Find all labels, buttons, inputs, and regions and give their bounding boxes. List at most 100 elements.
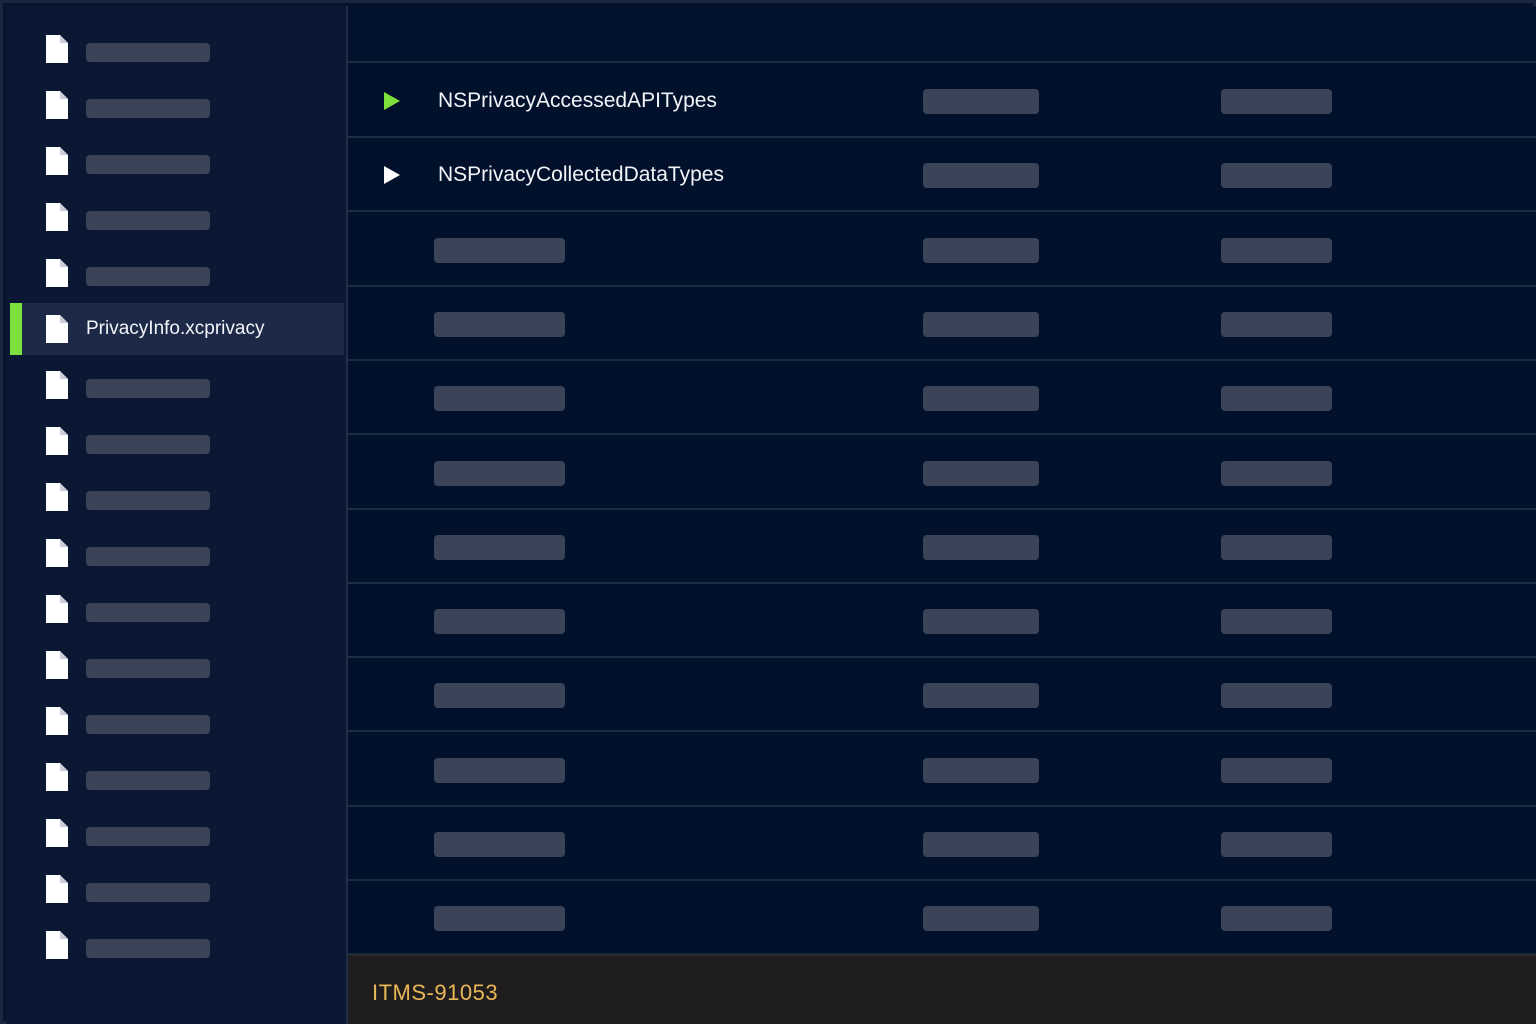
file-icon bbox=[46, 315, 68, 343]
file-name-placeholder bbox=[86, 43, 210, 62]
value-placeholder bbox=[1221, 89, 1332, 114]
sidebar-item[interactable] bbox=[10, 583, 344, 635]
file-icon bbox=[46, 427, 68, 455]
type-placeholder bbox=[923, 609, 1039, 635]
file-icon bbox=[46, 371, 68, 399]
file-icon bbox=[46, 203, 68, 231]
plist-row[interactable]: NSPrivacyAccessedAPITypes bbox=[348, 65, 1536, 138]
value-placeholder bbox=[1221, 757, 1332, 783]
file-name-placeholder bbox=[86, 267, 210, 286]
key-placeholder bbox=[434, 757, 565, 783]
plist-row[interactable] bbox=[348, 882, 1536, 956]
disclosure-triangle-icon[interactable] bbox=[384, 92, 400, 110]
type-placeholder bbox=[923, 906, 1039, 932]
file-icon bbox=[46, 539, 68, 567]
sidebar-item-privacyinfo[interactable]: PrivacyInfo.xcprivacy bbox=[10, 303, 344, 355]
sidebar-item[interactable] bbox=[10, 639, 344, 691]
file-name-placeholder bbox=[86, 771, 210, 790]
key-placeholder bbox=[434, 237, 565, 263]
value-placeholder bbox=[1221, 311, 1332, 337]
file-name: PrivacyInfo.xcprivacy bbox=[86, 318, 265, 339]
plist-row[interactable] bbox=[348, 659, 1536, 733]
plist-key: NSPrivacyCollectedDataTypes bbox=[438, 163, 724, 187]
sidebar-item[interactable] bbox=[10, 135, 344, 187]
sidebar-item[interactable] bbox=[10, 415, 344, 467]
file-name-placeholder bbox=[86, 379, 210, 398]
sidebar-item[interactable] bbox=[10, 471, 344, 523]
value-placeholder bbox=[1221, 609, 1332, 635]
sidebar-item[interactable] bbox=[10, 23, 344, 75]
file-icon bbox=[46, 91, 68, 119]
key-placeholder bbox=[434, 460, 565, 486]
value-placeholder bbox=[1221, 237, 1332, 263]
file-icon bbox=[46, 651, 68, 679]
file-name-placeholder bbox=[86, 883, 210, 902]
plist-key: NSPrivacyAccessedAPITypes bbox=[438, 89, 717, 112]
type-placeholder bbox=[923, 757, 1039, 783]
file-name-placeholder bbox=[86, 491, 210, 510]
file-name-placeholder bbox=[86, 827, 210, 846]
sidebar-item[interactable] bbox=[10, 863, 344, 915]
file-icon bbox=[46, 259, 68, 287]
type-placeholder bbox=[923, 89, 1039, 114]
key-placeholder bbox=[434, 534, 565, 560]
plist-row[interactable] bbox=[348, 734, 1536, 807]
sidebar-item[interactable] bbox=[10, 807, 344, 859]
error-code: ITMS-91053 bbox=[372, 980, 499, 1005]
plist-row[interactable] bbox=[348, 288, 1536, 361]
file-name-placeholder bbox=[86, 211, 210, 230]
type-placeholder bbox=[923, 683, 1039, 709]
file-name-placeholder bbox=[86, 939, 210, 958]
key-placeholder bbox=[434, 906, 565, 932]
key-placeholder bbox=[434, 386, 565, 412]
value-placeholder bbox=[1221, 386, 1332, 412]
plist-row[interactable] bbox=[348, 214, 1536, 287]
plist-row[interactable] bbox=[348, 585, 1536, 659]
plist-row[interactable] bbox=[348, 437, 1536, 510]
file-icon bbox=[46, 147, 68, 175]
type-placeholder bbox=[923, 311, 1039, 337]
file-name-placeholder bbox=[86, 603, 210, 622]
disclosure-triangle-icon[interactable] bbox=[384, 166, 400, 185]
plist-row[interactable] bbox=[348, 808, 1536, 881]
value-placeholder bbox=[1221, 906, 1332, 932]
sidebar-item[interactable] bbox=[10, 247, 344, 299]
key-placeholder bbox=[434, 832, 565, 857]
file-name-placeholder bbox=[86, 155, 210, 174]
file-icon bbox=[46, 763, 68, 791]
file-icon bbox=[46, 931, 68, 959]
file-icon bbox=[46, 483, 68, 511]
sidebar-item[interactable] bbox=[10, 751, 344, 803]
file-name-placeholder bbox=[86, 99, 210, 118]
file-icon bbox=[46, 595, 68, 623]
plist-row[interactable] bbox=[348, 511, 1536, 584]
plist-row[interactable] bbox=[348, 362, 1536, 436]
plist-row[interactable]: NSPrivacyCollectedDataTypes bbox=[348, 139, 1536, 213]
status-bar: ITMS-91053 bbox=[348, 954, 1536, 1024]
type-placeholder bbox=[923, 832, 1039, 857]
sidebar-item[interactable] bbox=[10, 695, 344, 747]
file-name-placeholder bbox=[86, 547, 210, 566]
file-icon bbox=[46, 819, 68, 847]
file-icon bbox=[46, 875, 68, 903]
sidebar-item[interactable] bbox=[10, 919, 344, 971]
sidebar-item[interactable] bbox=[10, 191, 344, 243]
file-navigator: PrivacyInfo.xcprivacy bbox=[6, 6, 348, 1024]
type-placeholder bbox=[923, 237, 1039, 263]
value-placeholder bbox=[1221, 683, 1332, 709]
app-window: PrivacyInfo.xcprivacy NSPrivacyAccessedA… bbox=[0, 0, 1536, 1024]
key-placeholder bbox=[434, 311, 565, 337]
type-placeholder bbox=[923, 534, 1039, 560]
value-placeholder bbox=[1221, 163, 1332, 189]
value-placeholder bbox=[1221, 832, 1332, 857]
file-name-placeholder bbox=[86, 715, 210, 734]
file-icon bbox=[46, 35, 68, 63]
selection-indicator bbox=[10, 303, 22, 355]
value-placeholder bbox=[1221, 534, 1332, 560]
key-placeholder bbox=[434, 609, 565, 635]
plist-editor: NSPrivacyAccessedAPITypes NSPrivacyCollec… bbox=[348, 6, 1536, 956]
sidebar-item[interactable] bbox=[10, 359, 344, 411]
key-placeholder bbox=[434, 683, 565, 709]
sidebar-item[interactable] bbox=[10, 527, 344, 579]
sidebar-item[interactable] bbox=[10, 79, 344, 131]
